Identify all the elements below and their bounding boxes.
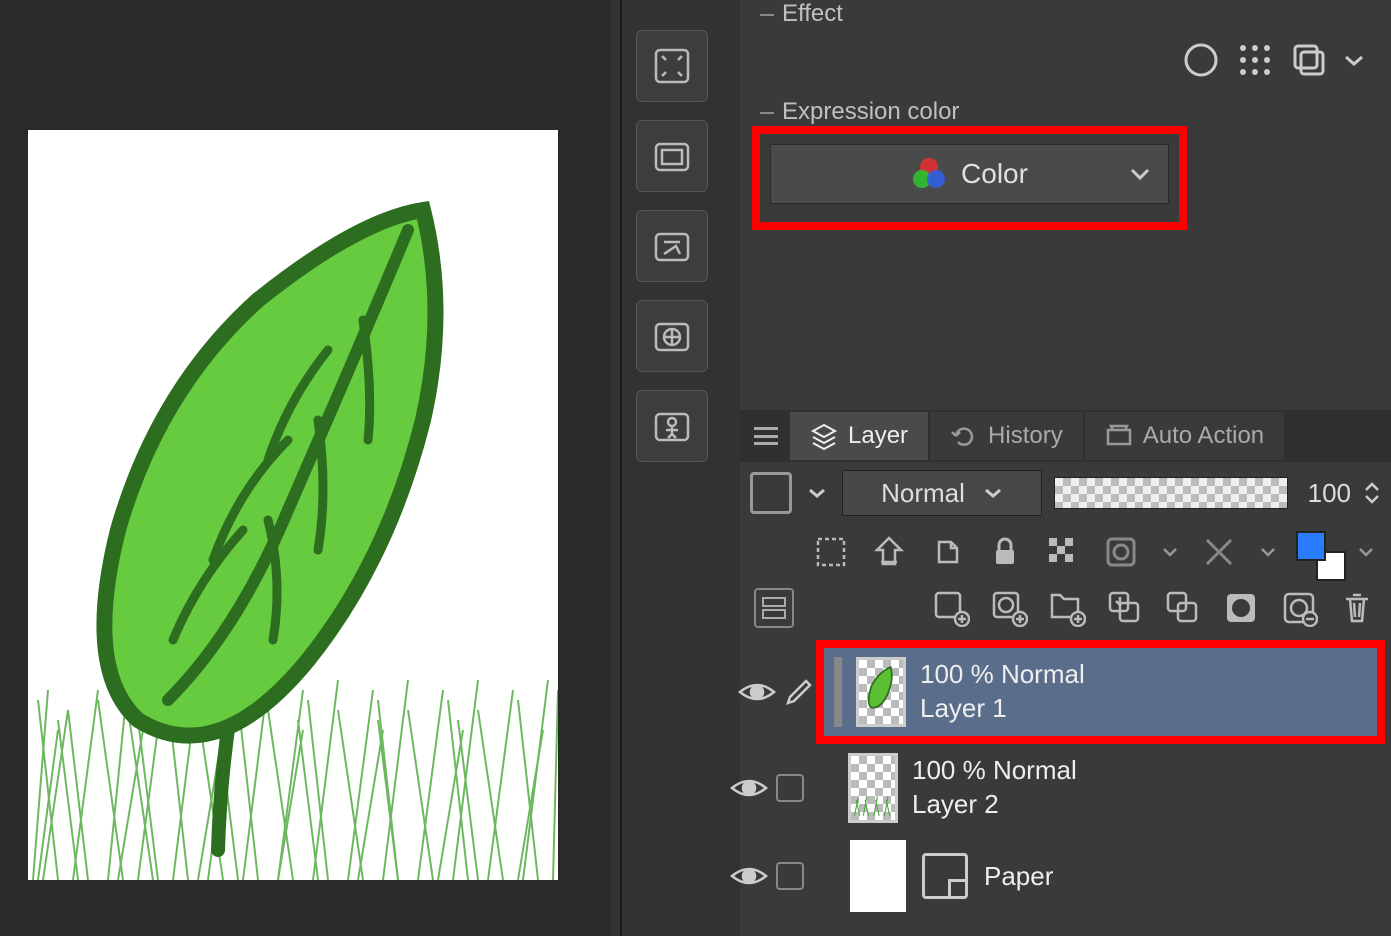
new-folder-icon[interactable] bbox=[1045, 586, 1089, 630]
layer-color-swatch[interactable] bbox=[1295, 530, 1339, 574]
paper-thumbnail bbox=[850, 840, 906, 912]
create-mask-icon[interactable] bbox=[1219, 586, 1263, 630]
canvas[interactable] bbox=[28, 130, 558, 880]
merge-down-icon[interactable] bbox=[1161, 586, 1205, 630]
clip-mask-icon[interactable] bbox=[809, 530, 853, 574]
layer-checkbox[interactable] bbox=[776, 862, 804, 890]
blend-mode-value: Normal bbox=[881, 478, 965, 509]
layer-item-1[interactable]: 100 % Normal Layer 1 bbox=[824, 648, 1377, 736]
mask-enable-icon[interactable] bbox=[1099, 530, 1143, 574]
layer1-highlight-box: 100 % Normal Layer 1 bbox=[816, 640, 1385, 744]
visibility-eye-icon[interactable] bbox=[738, 678, 776, 706]
tab-history[interactable]: History bbox=[930, 412, 1083, 460]
chevron-down-icon bbox=[1128, 166, 1152, 182]
transfer-down-icon[interactable] bbox=[1103, 586, 1147, 630]
lock-icon[interactable] bbox=[983, 530, 1027, 574]
visibility-eye-icon[interactable] bbox=[730, 774, 768, 802]
effect-dropdown-icon[interactable] bbox=[1341, 38, 1367, 82]
panel-tabs: Layer History Auto Action bbox=[740, 410, 1391, 462]
ruler-enable-icon[interactable] bbox=[1197, 530, 1241, 574]
layer-color-dropdown-icon[interactable] bbox=[1353, 546, 1379, 558]
tab-history-label: History bbox=[988, 422, 1063, 450]
palette-color-indicator[interactable] bbox=[750, 472, 792, 514]
layer-blend-row: Normal 100 bbox=[740, 462, 1391, 524]
tab-auto-action[interactable]: Auto Action bbox=[1085, 412, 1284, 460]
tab-layer[interactable]: Layer bbox=[790, 412, 928, 460]
tab-auto-action-label: Auto Action bbox=[1143, 422, 1264, 450]
layer-panel-view-icon[interactable] bbox=[754, 588, 794, 628]
delete-layer-icon[interactable] bbox=[1335, 586, 1379, 630]
border-effect-icon[interactable] bbox=[1179, 38, 1223, 82]
expression-color-dropdown[interactable]: Color bbox=[770, 144, 1169, 204]
layer-thumbnail bbox=[856, 657, 906, 727]
mask-dropdown-icon[interactable] bbox=[1157, 546, 1183, 558]
blend-mode-select[interactable]: Normal bbox=[842, 470, 1042, 516]
ruler-dropdown-icon[interactable] bbox=[1255, 546, 1281, 558]
sub-view-icon[interactable] bbox=[636, 30, 708, 102]
opacity-value: 100 bbox=[1308, 478, 1351, 509]
paper-label: Paper bbox=[984, 861, 1053, 892]
layer-name: Layer 1 bbox=[920, 692, 1085, 726]
quick-access-icon[interactable] bbox=[636, 210, 708, 282]
layer-thumbnail bbox=[848, 753, 898, 823]
paper-icon bbox=[922, 853, 968, 899]
tone-effect-icon[interactable] bbox=[1233, 38, 1277, 82]
edit-indicator-icon bbox=[784, 677, 814, 707]
canvas-area bbox=[0, 0, 610, 936]
visibility-eye-icon[interactable] bbox=[730, 862, 768, 890]
opacity-spinner[interactable] bbox=[1363, 481, 1381, 505]
item-bank-icon[interactable] bbox=[636, 120, 708, 192]
pose-icon[interactable] bbox=[636, 390, 708, 462]
expression-color-value: Color bbox=[961, 158, 1028, 190]
layer-name: Layer 2 bbox=[912, 788, 1077, 822]
draft-layer-icon[interactable] bbox=[925, 530, 969, 574]
property-panel: Effect Expression color bbox=[740, 0, 1391, 936]
panel-menu-icon[interactable] bbox=[754, 427, 778, 445]
reference-layer-icon[interactable] bbox=[867, 530, 911, 574]
material-icon[interactable] bbox=[636, 300, 708, 372]
expression-color-label: Expression color bbox=[752, 98, 1379, 126]
tab-layer-label: Layer bbox=[848, 422, 908, 450]
opacity-slider[interactable] bbox=[1054, 477, 1288, 509]
lock-transparent-icon[interactable] bbox=[1041, 530, 1085, 574]
apply-mask-icon[interactable] bbox=[1277, 586, 1321, 630]
window-toolbar bbox=[636, 30, 714, 480]
new-raster-layer-icon[interactable] bbox=[929, 586, 973, 630]
layer-color-effect-icon[interactable] bbox=[1287, 38, 1331, 82]
layer-checkbox[interactable] bbox=[776, 774, 804, 802]
layer-item-2[interactable]: 100 % Normal Layer 2 bbox=[816, 744, 1391, 832]
palette-color-dropdown-icon[interactable] bbox=[804, 487, 830, 499]
layer-opacity-mode: 100 % Normal bbox=[920, 658, 1085, 692]
layer-opacity-mode: 100 % Normal bbox=[912, 754, 1077, 788]
layer-item-paper[interactable]: Paper bbox=[816, 832, 1391, 920]
effect-label: Effect bbox=[752, 0, 1379, 28]
new-vector-layer-icon[interactable] bbox=[987, 586, 1031, 630]
rgb-icon bbox=[911, 156, 947, 192]
expression-highlight-box: Color bbox=[752, 126, 1187, 230]
